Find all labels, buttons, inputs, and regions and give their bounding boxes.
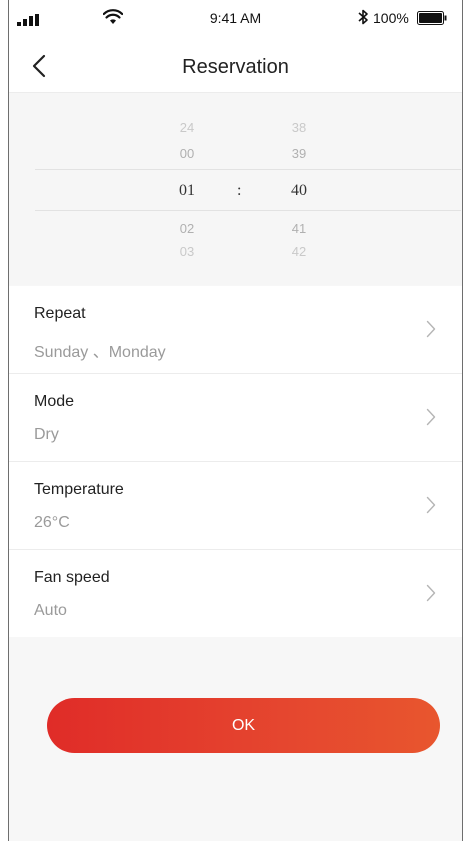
- time-picker[interactable]: 24 00 01 02 03 : 38 39 40 41 42: [9, 93, 462, 285]
- hour-option: 02: [179, 221, 195, 236]
- mode-row[interactable]: Mode Dry: [9, 374, 462, 462]
- mode-value: Dry: [34, 426, 59, 443]
- fan-speed-label: Fan speed: [34, 569, 110, 586]
- chevron-right-icon: [426, 496, 436, 514]
- temperature-row[interactable]: Temperature 26°C: [9, 462, 462, 550]
- chevron-right-icon: [426, 584, 436, 602]
- chevron-right-icon: [426, 408, 436, 426]
- ok-button[interactable]: OK: [47, 698, 440, 753]
- minute-option: 41: [291, 221, 307, 236]
- fan-speed-value: Auto: [34, 602, 67, 619]
- mode-label: Mode: [34, 393, 75, 410]
- minute-option: 38: [291, 120, 307, 135]
- hour-option: 03: [179, 244, 195, 259]
- repeat-row[interactable]: Repeat Sunday 、Monday: [9, 286, 462, 374]
- bluetooth-icon: [358, 9, 368, 25]
- battery-icon: [417, 11, 447, 25]
- fan-speed-row[interactable]: Fan speed Auto: [9, 550, 462, 637]
- settings-list: Repeat Sunday 、Monday Mode Dry Temperatu…: [9, 286, 462, 637]
- hour-selected: 01: [179, 182, 195, 199]
- battery-percent: 100%: [373, 10, 409, 26]
- hour-option: 00: [179, 146, 195, 161]
- hour-wheel[interactable]: 24 00 01 02 03: [157, 93, 217, 285]
- chevron-right-icon: [426, 320, 436, 338]
- temperature-label: Temperature: [34, 481, 124, 498]
- time-separator: :: [237, 182, 242, 199]
- repeat-label: Repeat: [34, 305, 86, 322]
- hour-option: 24: [179, 120, 195, 135]
- nav-bar: Reservation: [9, 40, 462, 93]
- status-bar: 9:41 AM 100%: [9, 0, 462, 40]
- minute-option: 39: [291, 146, 307, 161]
- minute-option: 42: [291, 244, 307, 259]
- temperature-value: 26°C: [34, 514, 70, 531]
- selection-line-bottom: [35, 210, 461, 211]
- minute-wheel[interactable]: 38 39 40 41 42: [269, 93, 329, 285]
- phone-screen: 9:41 AM 100% Reservation 24 00 01 02 03 …: [8, 0, 463, 841]
- minute-selected: 40: [291, 182, 307, 199]
- page-title: Reservation: [182, 56, 289, 78]
- repeat-value: Sunday 、Monday: [34, 344, 166, 361]
- selection-line-top: [35, 169, 461, 170]
